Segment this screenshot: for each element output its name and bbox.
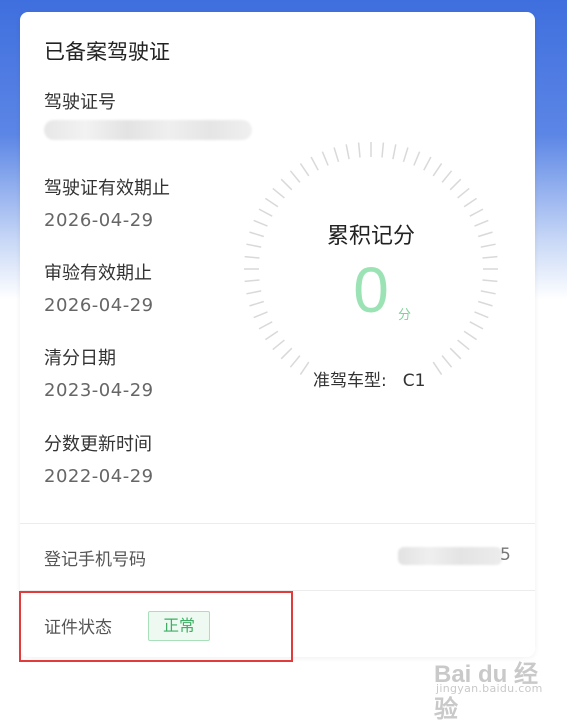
gauge-tick [392, 144, 397, 160]
gauge-tick [482, 255, 498, 259]
gauge-tick [253, 311, 268, 319]
phone-label: 登记手机号码 [44, 550, 146, 570]
watermark-url: jingyan.baidu.com [436, 682, 543, 695]
gauge-tick [310, 156, 319, 171]
license-expiry-value: 2026-04-29 [44, 210, 154, 231]
clear-date-label: 清分日期 [44, 348, 116, 369]
gauge-tick [423, 156, 432, 171]
status-highlight-box [19, 591, 293, 662]
phone-value-obscured [398, 547, 502, 565]
score-title: 累积记分 [326, 224, 415, 249]
gauge-tick [441, 170, 453, 183]
gauge-tick [480, 290, 496, 295]
license-card: 已备案驾驶证 驾驶证号 驾驶证有效期止 2026-04-29 审验有效期止 20… [20, 12, 535, 657]
gauge-tick [432, 162, 443, 177]
gauge-tick [258, 208, 273, 217]
gauge-tick [449, 178, 462, 191]
divider [20, 523, 535, 524]
gauge-tick [469, 321, 484, 330]
gauge-tick [264, 330, 279, 341]
gauge-tick [299, 361, 310, 376]
gauge-tick [402, 147, 409, 163]
gauge-tick [272, 339, 285, 351]
gauge-tick [474, 311, 489, 319]
gauge-tick [289, 170, 301, 183]
gauge-tick [244, 279, 260, 283]
gauge-tick [246, 290, 262, 295]
score-update-label: 分数更新时间 [44, 434, 152, 455]
gauge-tick [289, 355, 301, 368]
gauge-tick [469, 208, 484, 217]
gauge-tick [280, 347, 293, 360]
score-value: 0 [353, 254, 389, 326]
gauge-tick [321, 151, 329, 166]
gauge-tick [244, 255, 260, 259]
card-title: 已备案驾驶证 [44, 40, 170, 64]
gauge-tick [345, 144, 350, 160]
gauge-tick [249, 300, 265, 307]
gauge-tick [333, 147, 340, 163]
license-number-value-obscured [44, 120, 252, 140]
gauge-tick [381, 142, 385, 158]
gauge-tick [463, 197, 478, 208]
gauge-tick [264, 197, 279, 208]
vehicle-class-label: 准驾车型: [313, 371, 387, 391]
vehicle-class-row: 准驾车型: C1 [313, 366, 425, 391]
gauge-tick [457, 187, 470, 199]
inspection-expiry-value: 2026-04-29 [44, 295, 154, 316]
gauge-tick [457, 339, 470, 351]
gauge-tick [258, 321, 273, 330]
gauge-tick [441, 355, 453, 368]
gauge-tick [280, 178, 293, 191]
vehicle-class-value: C1 [402, 371, 426, 391]
gauge-tick [482, 279, 498, 283]
score-update-value: 2022-04-29 [44, 466, 154, 487]
gauge-tick [357, 142, 361, 158]
license-expiry-label: 驾驶证有效期止 [44, 178, 170, 199]
gauge-tick [272, 187, 285, 199]
gauge-tick [463, 330, 478, 341]
inspection-expiry-label: 审验有效期止 [44, 263, 152, 284]
license-number-label: 驾驶证号 [44, 92, 116, 113]
score-unit: 分 [398, 308, 412, 323]
gauge-tick [477, 300, 493, 307]
baidu-jingyan-watermark: Bai du 经验 jingyan.baidu.com [426, 652, 556, 723]
clear-date-value: 2023-04-29 [44, 380, 154, 401]
gauge-tick [299, 162, 310, 177]
gauge-tick [449, 347, 462, 360]
gauge-tick [432, 361, 443, 376]
gauge-tick [413, 151, 421, 166]
phone-visible-tail: 5 [500, 545, 511, 565]
